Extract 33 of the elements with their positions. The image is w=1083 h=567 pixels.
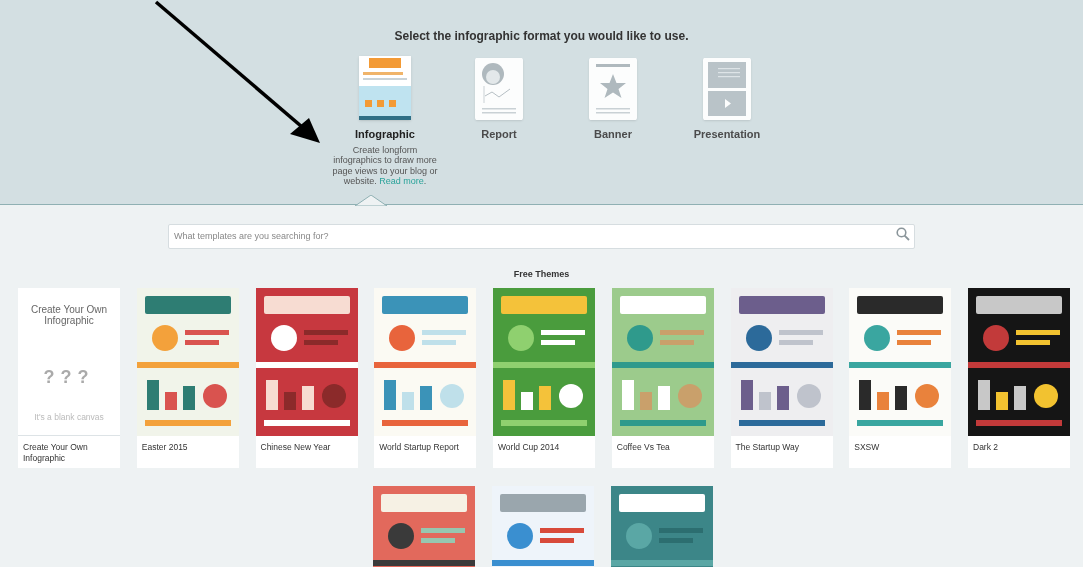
question-marks: ??? xyxy=(43,365,95,389)
template-card[interactable]: The Startup Way xyxy=(730,287,833,468)
template-card[interactable]: World Startup Report xyxy=(374,287,477,468)
format-option[interactable]: Banner xyxy=(589,52,637,143)
template-card[interactable]: Dark 2 xyxy=(968,287,1070,468)
template-card[interactable]: World Cup 2014 xyxy=(493,287,595,468)
template-name: Easter 2015 xyxy=(140,440,189,454)
template-name: World Startup Report xyxy=(378,440,460,454)
search-field[interactable]: What templates are you searching for? xyxy=(168,223,915,249)
template-card[interactable]: Chinese New Year xyxy=(255,287,358,468)
page-title: Select the infographic format you would like to use. xyxy=(394,28,689,45)
template-card[interactable]: Easter 2015 xyxy=(136,287,239,468)
template-card[interactable]: Coffee Vs Tea xyxy=(611,287,714,468)
template-name: Chinese New Year xyxy=(259,440,332,454)
format-option[interactable]: Infographic xyxy=(355,52,415,143)
template-name: The Startup Way xyxy=(734,440,800,454)
template-name: Create Your Own Infographic xyxy=(22,440,89,465)
presentation-slides-icon xyxy=(703,58,751,120)
template-name: Coffee Vs Tea xyxy=(615,440,671,454)
preview-title: Create Your Own Infographic xyxy=(29,303,109,326)
template-card[interactable]: Create Your Own Infographic ??? It's a blank canvas Create Your Own Infographic xyxy=(18,287,120,468)
format-option[interactable]: Report xyxy=(475,52,523,143)
template-name: SXSW xyxy=(853,440,881,454)
template-name: World Cup 2014 xyxy=(497,440,561,454)
template-name: Dark 2 xyxy=(972,440,1000,454)
report-icon xyxy=(475,58,523,120)
template-card[interactable]: SXSW xyxy=(849,287,952,468)
format-option[interactable]: Presentation xyxy=(693,52,761,143)
format-description: Create longform infographics to draw more page views to your blog or website. Read more. xyxy=(331,144,439,187)
section-title: Free Themes xyxy=(513,268,570,281)
search-icon[interactable] xyxy=(896,227,910,241)
banner-star-icon xyxy=(589,58,637,120)
preview-note: It's a blank canvas xyxy=(34,412,104,422)
